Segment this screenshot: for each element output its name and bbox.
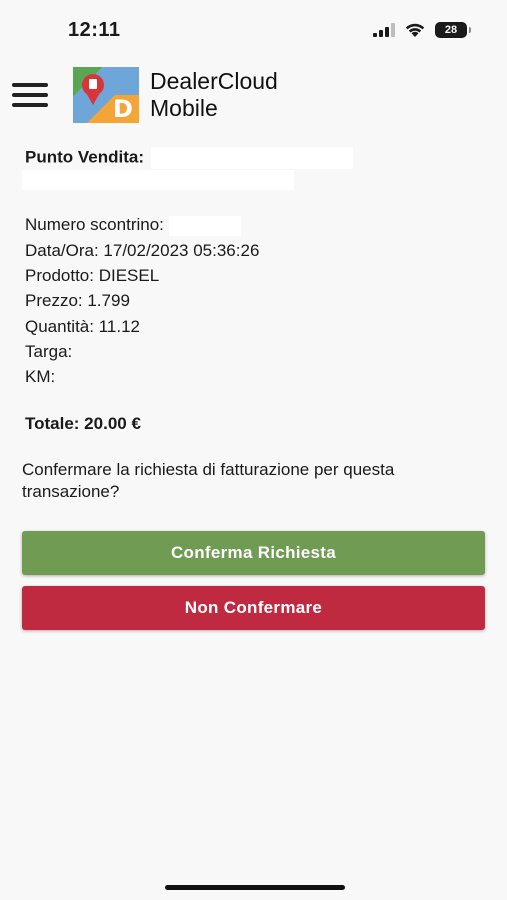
punto-vendita-redacted [150,147,353,169]
data-ora-row: Data/Ora: 17/02/2023 05:36:26 [25,241,260,260]
wifi-icon [405,23,425,37]
totale-row: Totale: 20.00 € [25,414,141,433]
targa-row: Targa: [25,342,73,361]
quantita-row: Quantità: 11.12 [25,317,140,336]
menu-bar-middle [12,93,48,97]
status-time: 12:11 [68,19,121,41]
status-bar: 12:11 28 [0,0,507,62]
svg-text:D: D [113,95,133,123]
app-title-line2: Mobile [150,95,218,121]
status-icons: 28 [373,22,471,38]
battery-level: 28 [444,24,458,36]
cellular-signal-icon [373,23,395,37]
punto-vendita-row: Punto Vendita: [25,147,353,169]
punto-vendita-address-redacted [22,170,294,190]
home-indicator[interactable] [165,885,345,890]
battery-icon: 28 [435,22,471,38]
reject-button[interactable]: Non Confermare [22,586,485,630]
km-row: KM: [25,367,56,386]
prezzo-row: Prezzo: 1.799 [25,291,130,310]
menu-button[interactable] [12,81,48,109]
confirmation-question: Confermare la richiesta di fatturazione … [22,460,395,501]
confirm-request-button[interactable]: Conferma Richiesta [22,531,485,575]
app-title: DealerCloud Mobile [150,68,278,122]
numero-scontrino-row: Numero scontrino: [25,215,241,236]
app-header: D DealerCloud Mobile [0,64,507,126]
punto-vendita-label: Punto Vendita: [25,147,144,167]
numero-scontrino-label: Numero scontrino: [25,215,164,234]
prodotto-row: Prodotto: DIESEL [25,266,160,285]
menu-bar-top [12,83,48,87]
app-logo-icon: D [73,67,139,123]
menu-bar-bottom [12,103,48,107]
app-title-line1: DealerCloud [150,68,278,94]
numero-scontrino-redacted [168,215,241,236]
screen: 12:11 28 D DealerCloud Mobile Punto Vend… [0,0,507,900]
